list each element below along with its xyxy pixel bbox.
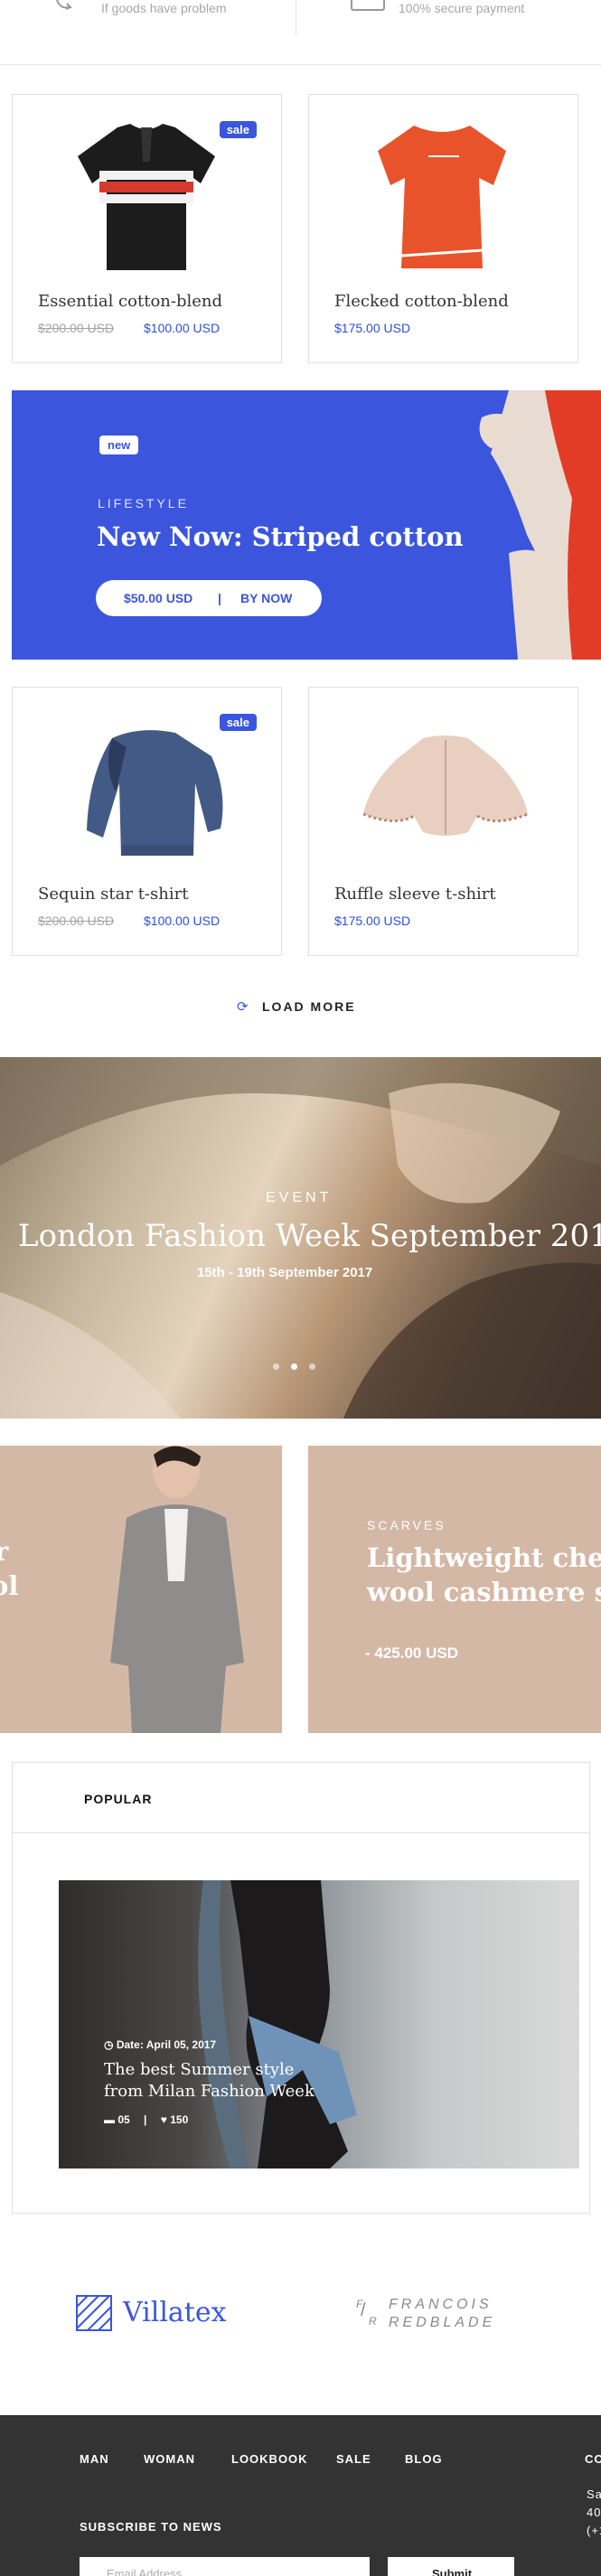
email-field[interactable]: Email Address [80, 2557, 370, 2576]
footer-address-partial-1: Sa [587, 2487, 601, 2501]
payment-text: 100% secure payment [399, 1, 525, 15]
suit-title-partial-1: r [0, 1536, 9, 1567]
sale-badge: sale [219, 121, 257, 138]
scarves-banner[interactable]: SCARVES Lightweight check wool cashmere … [308, 1446, 601, 1733]
load-more-button[interactable]: ⟳ LOAD MORE [237, 998, 363, 1017]
promo-banner: new LIFESTYLE New Now: Striped cotton $5… [12, 390, 601, 660]
post-date-text: Date: April 05, 2017 [116, 2038, 217, 2051]
footer-nav-man[interactable]: MAN [80, 2452, 109, 2466]
post-title-line2[interactable]: from Milan Fashion Week [104, 2081, 315, 2103]
footer-address-partial-3: (+1 [587, 2524, 601, 2537]
likes-count: 150 [170, 2113, 189, 2126]
comments-count: 05 [117, 2113, 130, 2126]
stats-separator: | [144, 2113, 147, 2126]
price: $175.00 USD [334, 913, 411, 928]
villatex-wordmark: Villatex [123, 2297, 227, 2328]
event-banner: EVENT London Fashion Week September 2017… [0, 1057, 601, 1419]
carousel-dot[interactable] [291, 1363, 297, 1370]
popular-heading: POPULAR [84, 1792, 153, 1806]
price: $100.00 USD [144, 913, 221, 928]
buy-now-button[interactable]: $50.00 USD | BY NOW [96, 580, 322, 616]
footer-nav-lookbook[interactable]: LOOKBOOK [231, 2452, 308, 2466]
event-kicker: EVENT [266, 1190, 333, 1205]
francois-mark-slash: / [361, 2300, 366, 2320]
francois-line2: REDBLADE [389, 2315, 496, 2330]
heart-icon: ♥ [160, 2113, 171, 2126]
man-in-suit-image [110, 1446, 244, 1733]
submit-button[interactable]: Submit [388, 2557, 514, 2576]
suit-title-partial-2: ol [0, 1570, 19, 1601]
carousel-dot[interactable] [273, 1363, 279, 1370]
francois-redblade-logo[interactable]: F / R FRANCOIS REDBLADE [352, 2295, 515, 2335]
popular-section: POPULAR ◷ Date: April 05, 2017 The best … [12, 1762, 590, 2214]
event-dates: 15th - 19th September 2017 [197, 1265, 373, 1280]
product-card[interactable]: sale Sequin star t-shirt $200.00 USD $10… [12, 687, 282, 956]
product-card[interactable]: Ruffle sleeve t-shirt $175.00 USD [308, 687, 578, 956]
price: $175.00 USD [334, 321, 411, 335]
buy-now-label: BY NOW [240, 591, 293, 605]
features-strip: If goods have problem 100% secure paymen… [0, 0, 601, 65]
francois-line1: FRANCOIS [389, 2297, 493, 2312]
footer-nav-blog[interactable]: BLOG [405, 2452, 443, 2466]
product-name[interactable]: Ruffle sleeve t-shirt [334, 885, 496, 904]
new-badge: new [99, 436, 139, 454]
secure-payment-icon [351, 0, 385, 11]
post-stats: ▬ 05 | ♥ 150 [104, 2113, 188, 2126]
post-title-line1[interactable]: The best Summer style [104, 2059, 294, 2081]
support-text: If goods have problem [101, 1, 227, 15]
carousel-dot[interactable] [309, 1363, 315, 1370]
old-price: $200.00 USD [38, 321, 115, 335]
black-striped-tee-image [78, 124, 215, 270]
event-title: London Fashion Week September 2017 [18, 1218, 601, 1254]
price: $100.00 USD [144, 321, 221, 335]
clock-icon: ◷ [104, 2038, 117, 2051]
footer: MAN WOMAN LOOKBOOK SALE BLOG CO SUBSCRIB… [0, 2415, 601, 2576]
support-icon [52, 0, 80, 14]
scarves-title-line2: wool cashmere sca [367, 1577, 601, 1607]
orange-tee-image [378, 126, 506, 268]
model-arm-image [455, 390, 601, 660]
promo-kicker: LIFESTYLE [98, 496, 189, 511]
product-name[interactable]: Sequin star t-shirt [38, 885, 188, 904]
villatex-logo[interactable]: Villatex [76, 2295, 257, 2335]
footer-nav-sale[interactable]: SALE [336, 2452, 371, 2466]
subscribe-label: SUBSCRIBE TO NEWS [80, 2520, 222, 2534]
promo-price: $50.00 USD [124, 591, 193, 605]
scarves-kicker: SCARVES [367, 1518, 446, 1532]
pill-separator: | [218, 591, 221, 605]
footer-nav-woman[interactable]: WOMAN [144, 2452, 195, 2466]
promo-title: New Now: Striped cotton [97, 521, 464, 552]
product-name[interactable]: Essential cotton-blend [38, 292, 222, 311]
post-date: ◷ Date: April 05, 2017 [104, 2038, 216, 2051]
product-card[interactable]: sale Essential cotton-blend $200.00 USD … [12, 94, 282, 363]
ruffle-top-image [362, 735, 529, 836]
submit-label: Submit [432, 2567, 473, 2576]
scarves-title-line1: Lightweight check [367, 1542, 601, 1573]
blue-sweater-image [87, 730, 223, 856]
scarves-price: - 425.00 USD [365, 1644, 458, 1662]
comments-icon: ▬ [104, 2113, 118, 2126]
blog-post-card[interactable]: ◷ Date: April 05, 2017 The best Summer s… [59, 1880, 579, 2169]
email-placeholder: Email Address [107, 2567, 183, 2576]
refresh-icon: ⟳ [237, 999, 249, 1015]
francois-mark-bottom: R [369, 2315, 377, 2328]
villatex-mark-icon [76, 2295, 112, 2331]
popular-divider [13, 1832, 589, 1833]
suit-banner[interactable]: r ol [0, 1446, 282, 1733]
load-more-label: LOAD MORE [262, 999, 356, 1014]
product-name[interactable]: Flecked cotton-blend [334, 292, 509, 311]
footer-contact-heading: CO [585, 2452, 601, 2466]
old-price: $200.00 USD [38, 913, 115, 928]
footer-address-partial-2: 40 [587, 2506, 601, 2519]
product-card[interactable]: Flecked cotton-blend $175.00 USD [308, 94, 578, 363]
